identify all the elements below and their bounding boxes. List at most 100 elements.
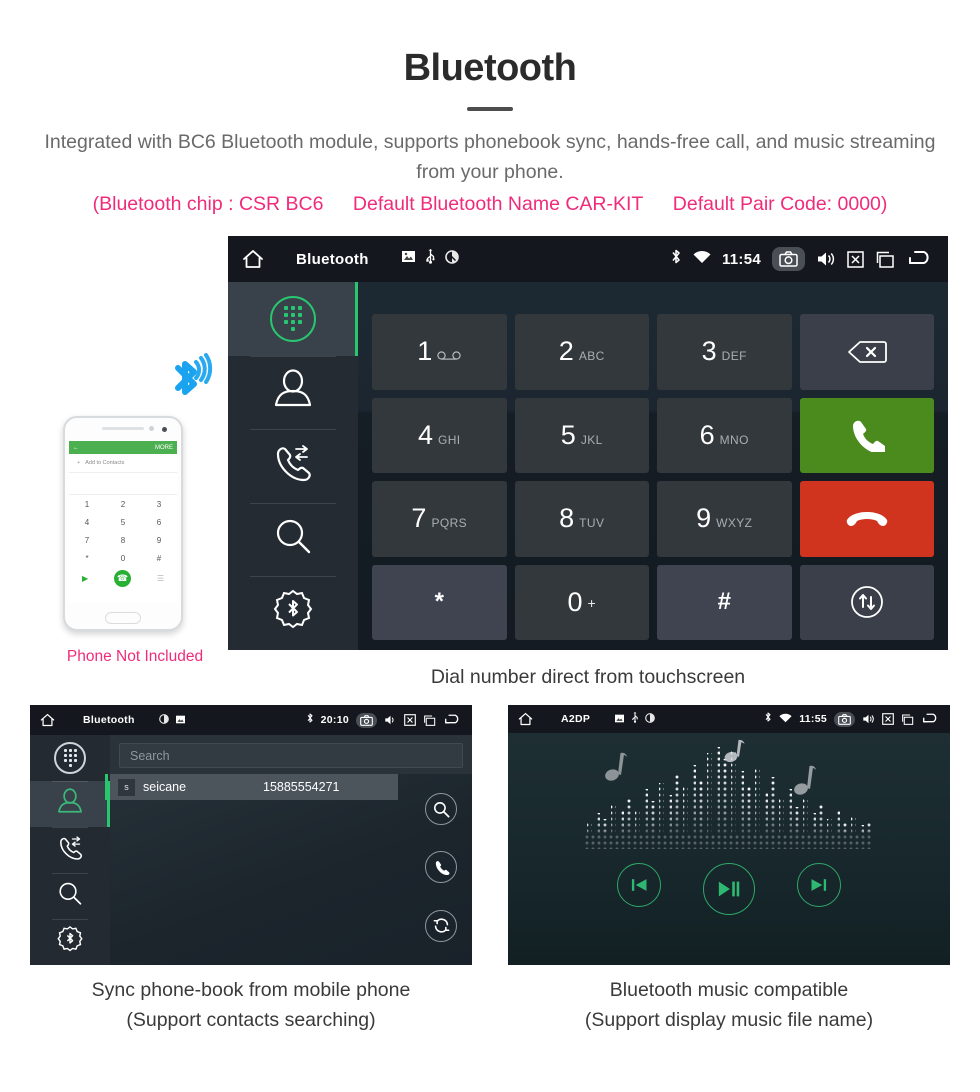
play-pause-button[interactable] xyxy=(703,863,755,915)
phonebook-caption-line1: Sync phone-book from mobile phone xyxy=(91,979,411,1001)
music-controls xyxy=(617,863,841,915)
music-body xyxy=(508,733,950,965)
mute-icon xyxy=(158,711,169,729)
contact-row[interactable]: s seicane 15885554271 xyxy=(105,774,398,800)
home-icon[interactable] xyxy=(242,249,264,269)
home-icon[interactable] xyxy=(518,712,533,726)
backspace-button[interactable] xyxy=(799,314,934,390)
key-4[interactable]: 4 GHI xyxy=(372,397,507,473)
back-icon[interactable] xyxy=(906,249,934,269)
sidebar-item-search[interactable] xyxy=(228,502,358,577)
key-3[interactable]: 3 DEF xyxy=(657,314,792,390)
volume-icon[interactable] xyxy=(816,250,836,268)
music-screen: A2DP 11:55 xyxy=(508,705,950,965)
phone-key: * xyxy=(85,553,89,563)
phonebook-sidebar xyxy=(30,735,110,965)
close-icon[interactable] xyxy=(847,250,864,268)
recents-icon[interactable] xyxy=(423,714,436,726)
dialer-screen: Bluetooth 11:54 1 2 ABC 3 DEF 4 GHI 5 JK… xyxy=(228,236,948,650)
mute-icon xyxy=(444,249,459,269)
key-letters: DEF xyxy=(721,349,747,364)
sidebar-item-dialpad[interactable] xyxy=(228,282,358,356)
dialpad-icon xyxy=(54,742,86,774)
equalizer-visualization xyxy=(579,739,879,859)
previous-track-button[interactable] xyxy=(617,863,661,907)
sidebar-item-bluetooth-settings[interactable] xyxy=(30,919,110,965)
search-icon xyxy=(55,879,85,914)
music-caption: Bluetooth music compatible (Support disp… xyxy=(508,975,950,1035)
phone-not-included-note: Phone Not Included xyxy=(66,648,204,665)
camera-icon[interactable] xyxy=(356,712,377,728)
title-divider xyxy=(467,107,513,111)
phone-front-camera xyxy=(162,427,167,432)
sidebar-item-search[interactable] xyxy=(30,873,110,919)
sync-contacts-button[interactable] xyxy=(425,909,457,942)
contacts-list: s seicane 15885554271 xyxy=(105,774,410,965)
call-contact-button[interactable] xyxy=(425,851,457,884)
volume-icon[interactable] xyxy=(862,713,875,725)
phonebook-body: Search s seicane 15885554271 xyxy=(30,735,472,965)
key-6[interactable]: 6 MNO xyxy=(657,397,792,473)
key-2[interactable]: 2 ABC xyxy=(514,314,649,390)
key-hash[interactable]: # xyxy=(657,564,792,640)
plus-icon: + xyxy=(77,460,81,466)
volume-icon[interactable] xyxy=(384,714,397,726)
phonebook-screen: Bluetooth 20:10 Search s seicane 1588555… xyxy=(30,705,472,965)
dialed-number-display[interactable] xyxy=(366,288,940,314)
phone-add-contact-row: + Add to Contacts xyxy=(69,454,177,473)
phone-key: 8 xyxy=(120,535,126,545)
phone-back-icon: ← xyxy=(73,444,79,451)
sidebar-item-contacts[interactable] xyxy=(30,781,110,827)
key-label: * xyxy=(434,588,444,616)
sidebar-item-call-history[interactable] xyxy=(228,429,358,503)
search-input[interactable]: Search xyxy=(119,743,463,768)
transfer-audio-button[interactable] xyxy=(799,564,934,640)
key-star[interactable]: * xyxy=(372,564,507,640)
hangup-button[interactable] xyxy=(799,481,934,557)
key-letters: WXYZ xyxy=(716,516,753,531)
search-contact-button[interactable] xyxy=(425,793,457,826)
spec-pair-code: Default Pair Code: 0000) xyxy=(672,193,888,215)
sdcard-icon xyxy=(401,250,416,268)
equalizer-dots xyxy=(579,739,879,859)
key-5[interactable]: 5 JKL xyxy=(514,397,649,473)
key-9[interactable]: 9 WXYZ xyxy=(657,481,792,557)
dialer-keypad: 1 2 ABC 3 DEF 4 GHI 5 JKL 6 MNO 7 PQRS 8… xyxy=(366,314,940,640)
voicemail-icon xyxy=(437,340,461,363)
contacts-person-icon xyxy=(55,787,85,822)
phone-home-button xyxy=(105,612,141,624)
back-icon[interactable] xyxy=(921,712,940,726)
next-track-button[interactable] xyxy=(797,863,841,907)
home-icon[interactable] xyxy=(40,713,55,727)
key-1[interactable]: 1 xyxy=(372,314,507,390)
search-icon xyxy=(270,514,316,565)
sidebar-item-contacts[interactable] xyxy=(228,355,358,430)
phone-key: 2 xyxy=(120,499,126,509)
phone-earpiece xyxy=(102,426,154,431)
back-icon[interactable] xyxy=(443,713,462,727)
phonebook-clock: 20:10 xyxy=(320,714,349,726)
camera-icon[interactable] xyxy=(772,247,805,271)
phonebook-caption-line2: (Support contacts searching) xyxy=(126,1009,376,1031)
camera-icon[interactable] xyxy=(834,711,855,727)
close-icon[interactable] xyxy=(882,713,894,725)
phonebook-status-bar: Bluetooth 20:10 xyxy=(30,705,472,735)
key-label: 8 xyxy=(559,503,575,534)
recents-icon[interactable] xyxy=(875,251,895,268)
sidebar-item-bluetooth-settings[interactable] xyxy=(228,576,358,650)
key-7[interactable]: 7 PQRS xyxy=(372,481,507,557)
call-button[interactable] xyxy=(799,397,934,473)
phonebook-title: Bluetooth xyxy=(83,714,135,726)
sidebar-item-dialpad[interactable] xyxy=(30,735,110,781)
key-0[interactable]: 0 + xyxy=(514,564,649,640)
key-8[interactable]: 8 TUV xyxy=(514,481,649,557)
phone-key: 4 xyxy=(84,517,90,527)
bluetooth-icon xyxy=(764,710,772,728)
recents-icon[interactable] xyxy=(901,713,914,725)
phonebook-actions xyxy=(410,774,472,965)
phone-keypad-icon: ☰ xyxy=(156,574,165,583)
sidebar-item-call-history[interactable] xyxy=(30,827,110,873)
phone-number-field xyxy=(69,473,177,495)
phone-key: 5 xyxy=(120,517,126,527)
close-icon[interactable] xyxy=(404,714,416,726)
